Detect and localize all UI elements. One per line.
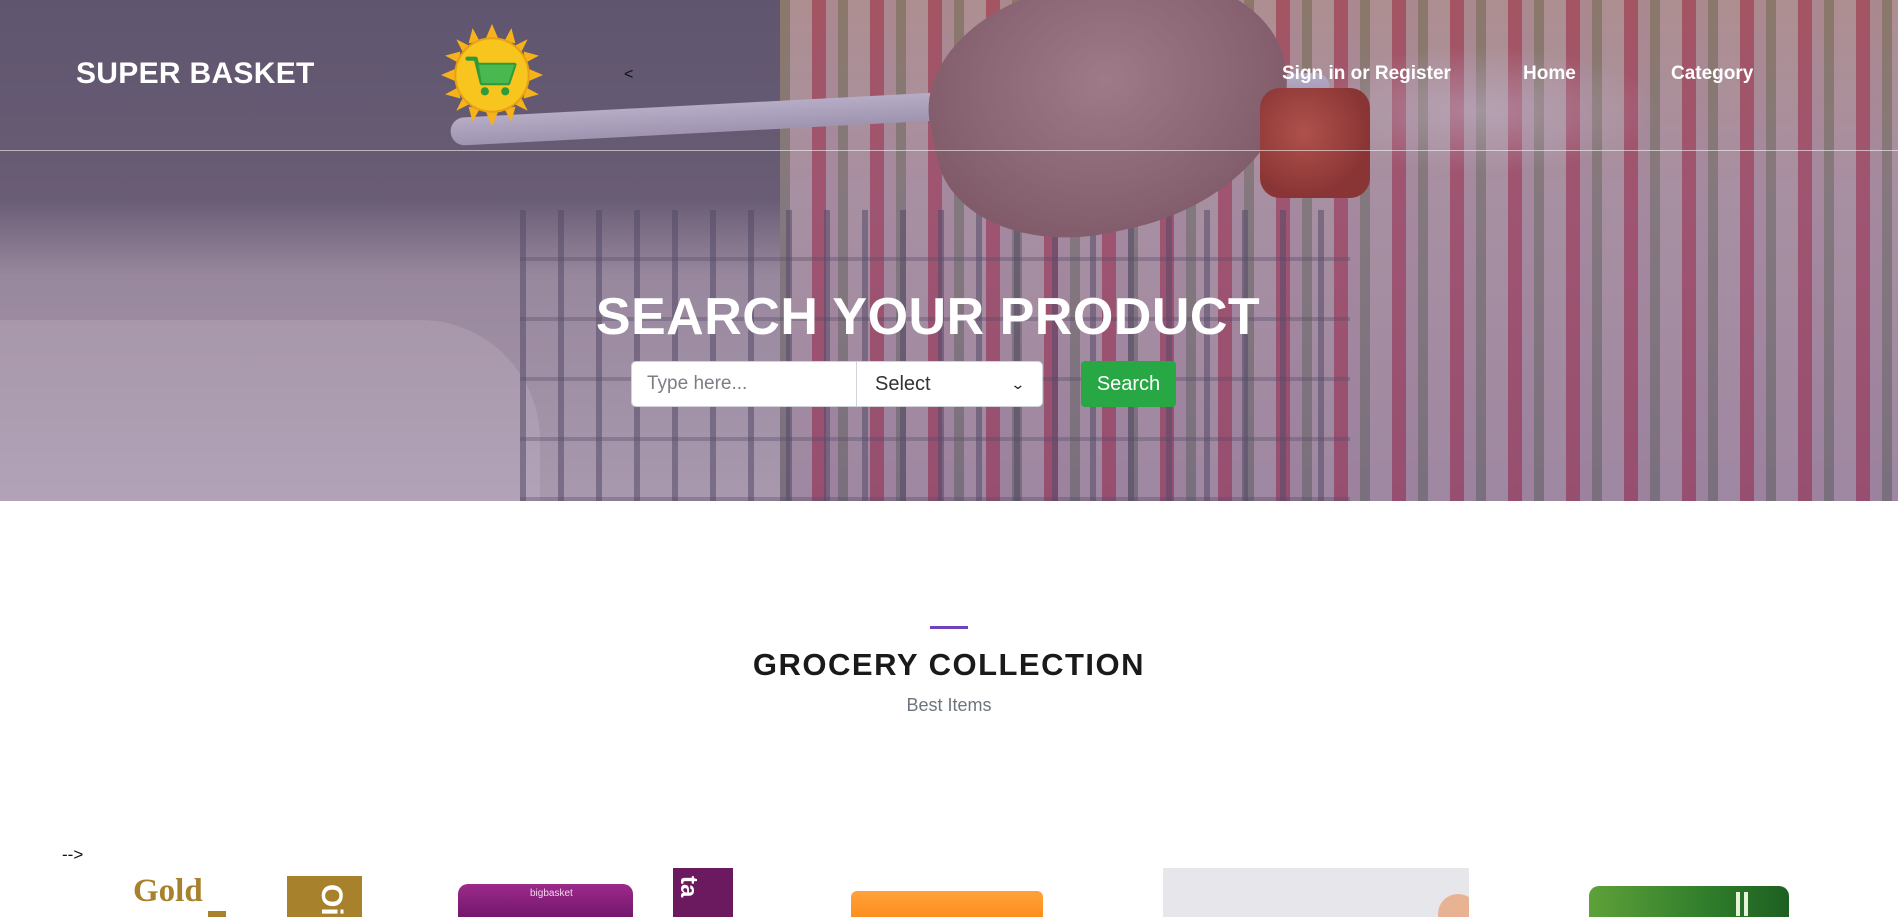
product-photo-detail bbox=[1438, 894, 1469, 917]
product-side-label: Oil bbox=[315, 884, 348, 917]
product-decoration bbox=[1736, 892, 1740, 916]
product-card-gold-oil[interactable]: Gold Oil bbox=[120, 868, 370, 917]
chevron-down-icon: ⌄ bbox=[1010, 375, 1026, 392]
search-input[interactable] bbox=[631, 361, 857, 407]
product-card-green-pack[interactable] bbox=[1586, 868, 1791, 917]
section-title: GROCERY COLLECTION bbox=[752, 647, 1146, 682]
nav-sign-in-register[interactable]: Sign in or Register bbox=[1282, 63, 1451, 85]
sun-cart-logo-icon[interactable] bbox=[441, 24, 543, 126]
product-card-orange-bag[interactable] bbox=[851, 868, 1046, 917]
category-select[interactable]: Select ⌄ bbox=[856, 361, 1043, 407]
category-select-value: Select bbox=[875, 372, 931, 395]
product-decoration bbox=[1744, 892, 1748, 916]
product-card-photo[interactable] bbox=[1163, 868, 1469, 917]
nav-category[interactable]: Category bbox=[1671, 63, 1753, 85]
product-package bbox=[1589, 886, 1789, 917]
product-package bbox=[851, 891, 1043, 917]
section-subtitle: Best Items bbox=[906, 695, 992, 715]
stray-text: < bbox=[624, 66, 634, 83]
stray-text: --> bbox=[62, 845, 84, 864]
nav-home[interactable]: Home bbox=[1523, 63, 1576, 85]
brand-name[interactable]: SUPER BASKET bbox=[76, 57, 315, 91]
product-card-purple-pack[interactable]: bigbasket ta bbox=[458, 868, 738, 917]
top-navbar: SUPER BASKET < Sign in or Register Home … bbox=[0, 0, 1898, 151]
product-side-label: ta bbox=[675, 876, 702, 898]
product-decoration bbox=[208, 911, 226, 917]
product-label: Gold bbox=[133, 873, 203, 909]
hero-title: SEARCH YOUR PRODUCT bbox=[595, 288, 1261, 346]
product-label: bigbasket bbox=[530, 888, 573, 899]
section-accent-line bbox=[930, 626, 968, 629]
search-button[interactable]: Search bbox=[1081, 361, 1176, 407]
